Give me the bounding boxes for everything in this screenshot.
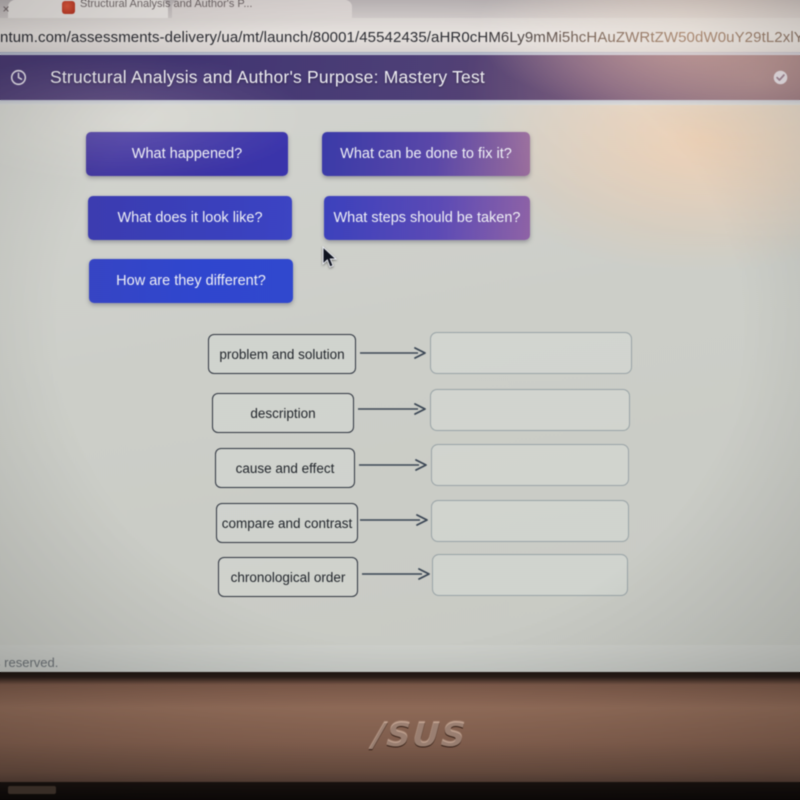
drop-target[interactable] xyxy=(430,332,632,374)
address-bar-url: ntum.com/assessments-delivery/ua/mt/laun… xyxy=(0,28,800,46)
drop-target[interactable] xyxy=(430,389,630,431)
match-arrow-icon xyxy=(358,344,428,362)
answer-chip-label: What does it look like? xyxy=(117,210,263,226)
copyright-text: ghts reserved. xyxy=(0,655,59,670)
match-arrow-icon xyxy=(360,565,432,583)
answer-chip[interactable]: What does it look like? xyxy=(88,196,292,240)
browser-tabstrip: × Structural Analysis and Author's P... xyxy=(0,0,800,18)
tab-favicon-icon xyxy=(62,1,75,14)
drop-target[interactable] xyxy=(431,444,629,486)
assessment-title: Structural Analysis and Author's Purpose… xyxy=(50,67,485,87)
laptop-hinge-strip xyxy=(0,782,800,800)
answer-chip[interactable]: What can be done to fix it? xyxy=(322,132,530,176)
category-label: cause and effect xyxy=(215,448,355,488)
footer-band xyxy=(0,645,800,675)
refresh-circle-icon[interactable] xyxy=(10,69,27,86)
answer-chip-label: What steps should be taken? xyxy=(333,210,521,226)
category-label-text: description xyxy=(250,405,316,421)
match-arrow-icon xyxy=(356,400,428,418)
drop-target[interactable] xyxy=(431,500,629,542)
answer-chip-label: What can be done to fix it? xyxy=(340,146,512,162)
browser-tab-title: Structural Analysis and Author's P... xyxy=(80,0,253,10)
match-arrow-icon xyxy=(358,511,430,529)
screenshot-root: × Structural Analysis and Author's P... … xyxy=(0,0,800,800)
category-label-text: compare and contrast xyxy=(221,515,353,531)
drop-target[interactable] xyxy=(432,554,628,596)
category-label: chronological order xyxy=(218,557,358,597)
match-arrow-icon xyxy=(357,456,429,474)
category-label-text: chronological order xyxy=(230,569,346,585)
answer-chip-label: What happened? xyxy=(131,146,243,162)
laptop-foot xyxy=(8,786,56,794)
answer-chip[interactable]: What steps should be taken? xyxy=(324,196,530,240)
answer-chip[interactable]: How are they different? xyxy=(89,259,293,303)
answer-chip[interactable]: What happened? xyxy=(86,132,288,176)
mouse-cursor-icon xyxy=(322,245,338,270)
tab-close-icon[interactable]: × xyxy=(0,0,16,18)
category-label: description xyxy=(212,393,354,433)
answer-chip-label: How are they different? xyxy=(116,273,266,289)
laptop-screen: × Structural Analysis and Author's P... … xyxy=(0,0,800,675)
browser-address-bar[interactable]: ntum.com/assessments-delivery/ua/mt/laun… xyxy=(0,18,800,54)
category-label-text: problem and solution xyxy=(219,346,345,362)
category-label: problem and solution xyxy=(208,334,356,374)
category-label-text: cause and effect xyxy=(235,460,335,476)
assessment-header: Structural Analysis and Author's Purpose… xyxy=(0,55,800,100)
check-circle-icon[interactable] xyxy=(772,69,789,86)
category-label: compare and contrast xyxy=(216,503,358,543)
brand-logo: /SUS xyxy=(371,714,469,754)
